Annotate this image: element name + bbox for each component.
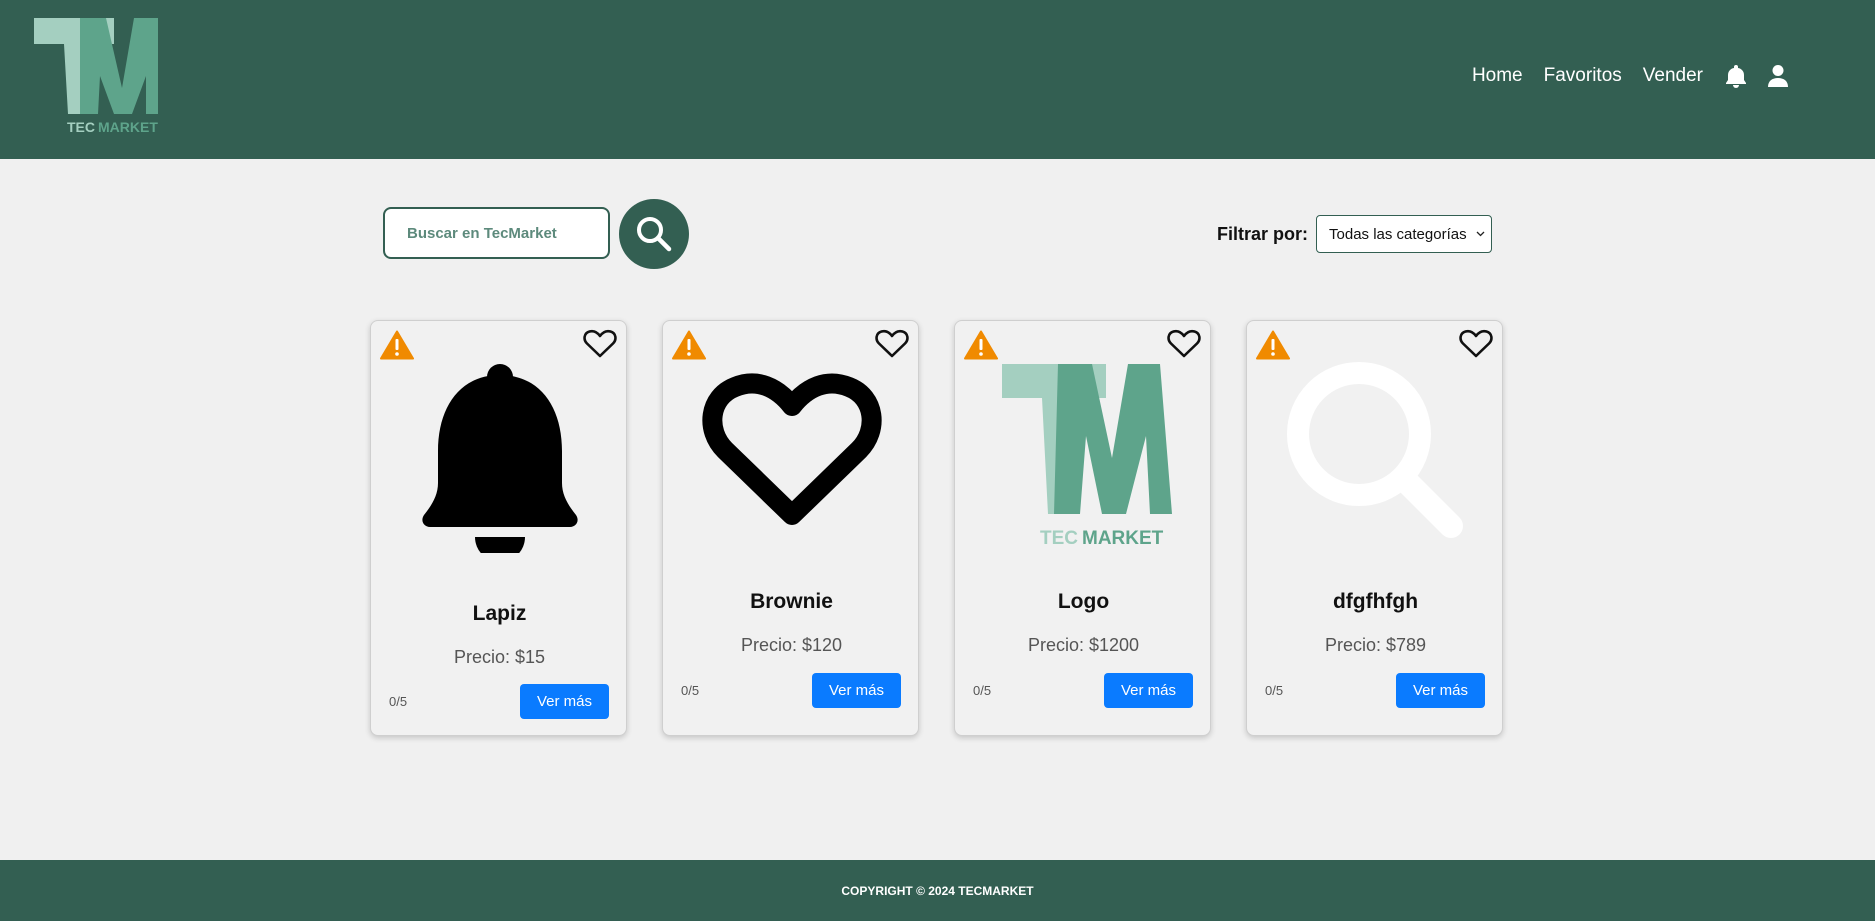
tecmarket-logo[interactable]: TEC MARKET bbox=[34, 16, 190, 136]
search-input[interactable] bbox=[385, 209, 608, 257]
product-rating: 0/5 bbox=[389, 694, 408, 709]
svg-text:TEC: TEC bbox=[67, 119, 95, 135]
svg-text:MARKET: MARKET bbox=[1082, 528, 1164, 549]
ver-mas-button[interactable]: Ver más bbox=[812, 673, 901, 708]
product-rating: 0/5 bbox=[681, 683, 700, 698]
product-rating: 0/5 bbox=[1265, 683, 1284, 698]
svg-text:TEC: TEC bbox=[1040, 528, 1078, 549]
product-price: Precio: $789 bbox=[1324, 635, 1427, 655]
main-nav: Home Favoritos Vender bbox=[1472, 60, 1789, 92]
product-image-bell-icon bbox=[371, 353, 628, 553]
product-price: Precio: $1200 bbox=[1027, 635, 1140, 655]
nav-home[interactable]: Home bbox=[1472, 60, 1523, 92]
chevron-down-icon bbox=[1476, 231, 1485, 237]
nav-vender[interactable]: Vender bbox=[1643, 60, 1703, 92]
search-icon bbox=[637, 217, 672, 252]
product-image-search-icon bbox=[1247, 351, 1504, 551]
svg-text:MARKET: MARKET bbox=[98, 119, 158, 135]
footer: COPYRIGHT © 2024 TECMARKET bbox=[0, 860, 1875, 921]
category-select[interactable]: Todas las categorías bbox=[1316, 215, 1493, 253]
ver-mas-button[interactable]: Ver más bbox=[520, 684, 609, 719]
category-filter: Filtrar por: Todas las categorías bbox=[1217, 215, 1493, 253]
notifications-bell-icon[interactable] bbox=[1725, 64, 1747, 88]
ver-mas-button[interactable]: Ver más bbox=[1104, 673, 1193, 708]
user-profile-icon[interactable] bbox=[1767, 64, 1789, 88]
filter-label: Filtrar por: bbox=[1217, 223, 1309, 244]
product-price: Precio: $120 bbox=[740, 635, 843, 655]
ver-mas-button[interactable]: Ver más bbox=[1396, 673, 1485, 708]
product-card: Lapiz Precio: $15 0/5 Ver más bbox=[370, 320, 627, 736]
search-box bbox=[383, 207, 610, 259]
product-card: dfgfhfgh Precio: $789 0/5 Ver más bbox=[1246, 320, 1503, 736]
product-price: Precio: $15 bbox=[453, 647, 546, 667]
product-rating: 0/5 bbox=[973, 683, 992, 698]
nav-favoritos[interactable]: Favoritos bbox=[1544, 60, 1622, 92]
copyright-text: COPYRIGHT © 2024 TECMARKET bbox=[841, 883, 1034, 898]
search-button[interactable] bbox=[619, 199, 689, 269]
product-image-heart-icon bbox=[663, 347, 920, 547]
product-title: dfgfhfgh bbox=[1332, 590, 1419, 613]
header: TEC MARKET Home Favoritos Vender bbox=[0, 0, 1875, 159]
product-title: Logo bbox=[1057, 590, 1110, 613]
product-card: Brownie Precio: $120 0/5 Ver más bbox=[662, 320, 919, 736]
product-card: TEC MARKET Logo Precio: $1200 0/5 Ver má… bbox=[954, 320, 1211, 736]
product-title: Lapiz bbox=[472, 602, 527, 625]
product-title: Brownie bbox=[750, 590, 833, 613]
product-image-tm-logo: TEC MARKET bbox=[955, 357, 1212, 557]
category-select-value: Todas las categorías bbox=[1329, 225, 1467, 243]
